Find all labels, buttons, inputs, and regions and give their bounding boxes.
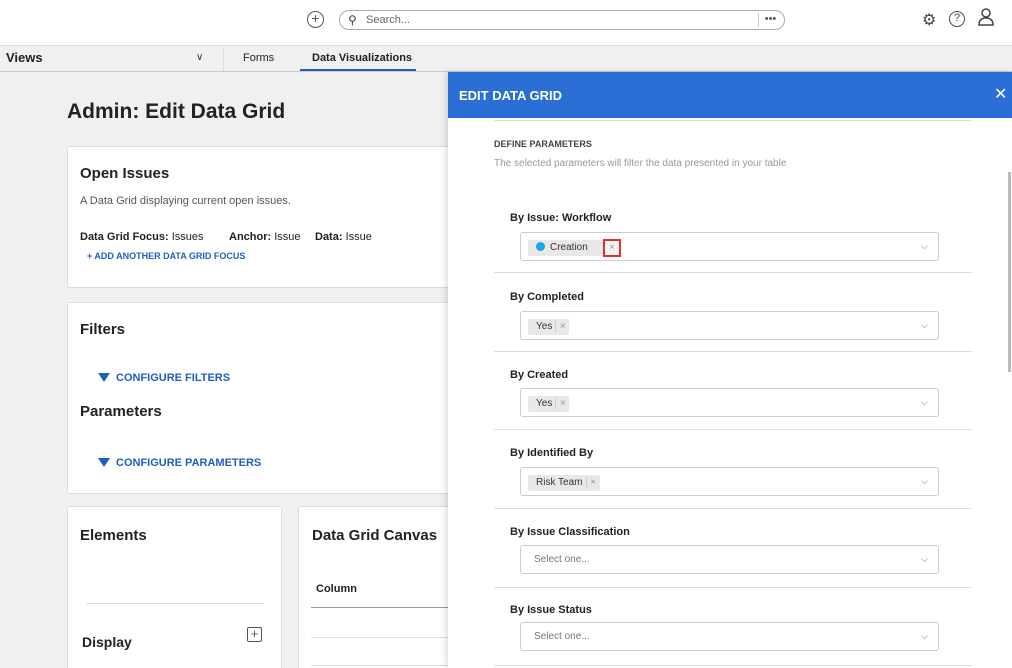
remove-tag-close-icon[interactable]: × [585, 477, 600, 488]
divider [223, 47, 224, 71]
expand-plus-icon[interactable]: + [247, 627, 262, 642]
filters-card: Filters CONFIGURE FILTERS Parameters CON… [67, 302, 462, 494]
search-icon: ⚲ [348, 13, 357, 27]
configure-parameters-link[interactable]: CONFIGURE PARAMETERS [98, 457, 261, 469]
canvas-title: Data Grid Canvas [312, 527, 438, 544]
user-icon[interactable] [978, 8, 994, 31]
chevron-down-icon[interactable]: ⌵ [921, 241, 928, 252]
remove-tag-close-icon[interactable]: × [555, 321, 569, 332]
selected-tag: Yes × [528, 319, 570, 335]
param-label-created: By Created [510, 369, 569, 381]
close-icon[interactable]: ✕ [994, 84, 1007, 104]
created-select[interactable]: Yes × ⌵ [520, 388, 939, 417]
filter-icon [98, 373, 110, 382]
param-label-completed: By Completed [510, 291, 584, 303]
divider [494, 429, 972, 430]
divider [311, 637, 463, 638]
chevron-down-icon[interactable]: ⌵ [921, 554, 928, 565]
divider [494, 587, 972, 588]
parameters-title: Parameters [80, 403, 162, 420]
gear-icon[interactable]: ⚙ [922, 10, 936, 30]
remove-tag-close-icon[interactable]: × [555, 398, 569, 409]
display-label: Display [82, 634, 132, 650]
card-title: Open Issues [80, 165, 170, 182]
divider [494, 272, 972, 273]
scrollbar[interactable] [1008, 172, 1011, 372]
select-placeholder: Select one... [534, 554, 590, 565]
selected-tag: Yes × [528, 396, 570, 412]
filter-icon [98, 458, 110, 467]
plus-circle-icon[interactable]: + [307, 11, 324, 28]
configure-filters-link[interactable]: CONFIGURE FILTERS [98, 372, 230, 384]
open-issues-card: Open Issues A Data Grid displaying curre… [67, 146, 462, 288]
views-dropdown-label[interactable]: Views [6, 50, 43, 65]
column-header: Column [316, 583, 357, 595]
chevron-down-icon[interactable]: ∨ [196, 52, 203, 63]
data-info: Data: Issue [315, 231, 372, 243]
panel-header: EDIT DATA GRID ✕ [448, 72, 1012, 118]
top-bar: + ⚲ Search... ••• ⚙ ? [0, 0, 1012, 46]
chevron-down-icon[interactable]: ⌵ [921, 320, 928, 331]
remove-tag-close-icon[interactable]: × [603, 239, 621, 257]
search-input[interactable]: Search... [366, 14, 410, 26]
add-data-grid-focus-link[interactable]: + ADD ANOTHER DATA GRID FOCUS [87, 251, 245, 261]
param-label-identified-by: By Identified By [510, 447, 594, 459]
status-dot-icon [536, 242, 545, 251]
data-grid-focus: Data Grid Focus: Issues [80, 231, 204, 243]
divider [86, 603, 264, 604]
param-label-workflow: By Issue: Workflow [510, 212, 612, 224]
chevron-down-icon[interactable]: ⌵ [921, 397, 928, 408]
divider [311, 607, 463, 608]
section-subtitle: The selected parameters will filter the … [494, 158, 787, 169]
elements-title: Elements [80, 527, 147, 544]
divider [494, 351, 972, 352]
tab-forms[interactable]: Forms [243, 52, 274, 64]
issue-status-select[interactable]: Select one... ⌵ [520, 622, 939, 651]
question-icon[interactable]: ? [949, 11, 965, 27]
divider [494, 508, 972, 509]
elements-card: Elements Display + [67, 506, 282, 668]
identified-by-select[interactable]: Risk Team × ⌵ [520, 467, 939, 496]
edit-data-grid-panel: EDIT DATA GRID ✕ DEFINE PARAMETERS The s… [448, 72, 1012, 668]
card-description: A Data Grid displaying current open issu… [80, 195, 291, 207]
param-label-issue-classification: By Issue Classification [510, 526, 630, 538]
divider [311, 665, 463, 666]
selected-tag: Risk Team × [528, 475, 600, 491]
anchor-info: Anchor: Issue [229, 231, 301, 243]
workflow-select[interactable]: Creation × ⌵ [520, 232, 939, 261]
tab-data-visualizations[interactable]: Data Visualizations [312, 52, 412, 64]
issue-classification-select[interactable]: Select one... ⌵ [520, 545, 939, 574]
select-placeholder: Select one... [534, 631, 590, 642]
search-bar[interactable]: ⚲ Search... ••• [339, 10, 785, 30]
data-grid-canvas-card: Data Grid Canvas Column [298, 506, 463, 668]
divider [494, 665, 972, 666]
more-options-button[interactable]: ••• [758, 13, 782, 27]
param-label-issue-status: By Issue Status [510, 604, 592, 616]
chevron-down-icon[interactable]: ⌵ [921, 476, 928, 487]
chevron-down-icon[interactable]: ⌵ [921, 631, 928, 642]
filters-title: Filters [80, 321, 126, 338]
page-title: Admin: Edit Data Grid [67, 100, 286, 123]
section-title: DEFINE PARAMETERS [494, 139, 592, 149]
panel-title: EDIT DATA GRID [459, 88, 563, 103]
completed-select[interactable]: Yes × ⌵ [520, 311, 939, 340]
divider [494, 120, 972, 121]
